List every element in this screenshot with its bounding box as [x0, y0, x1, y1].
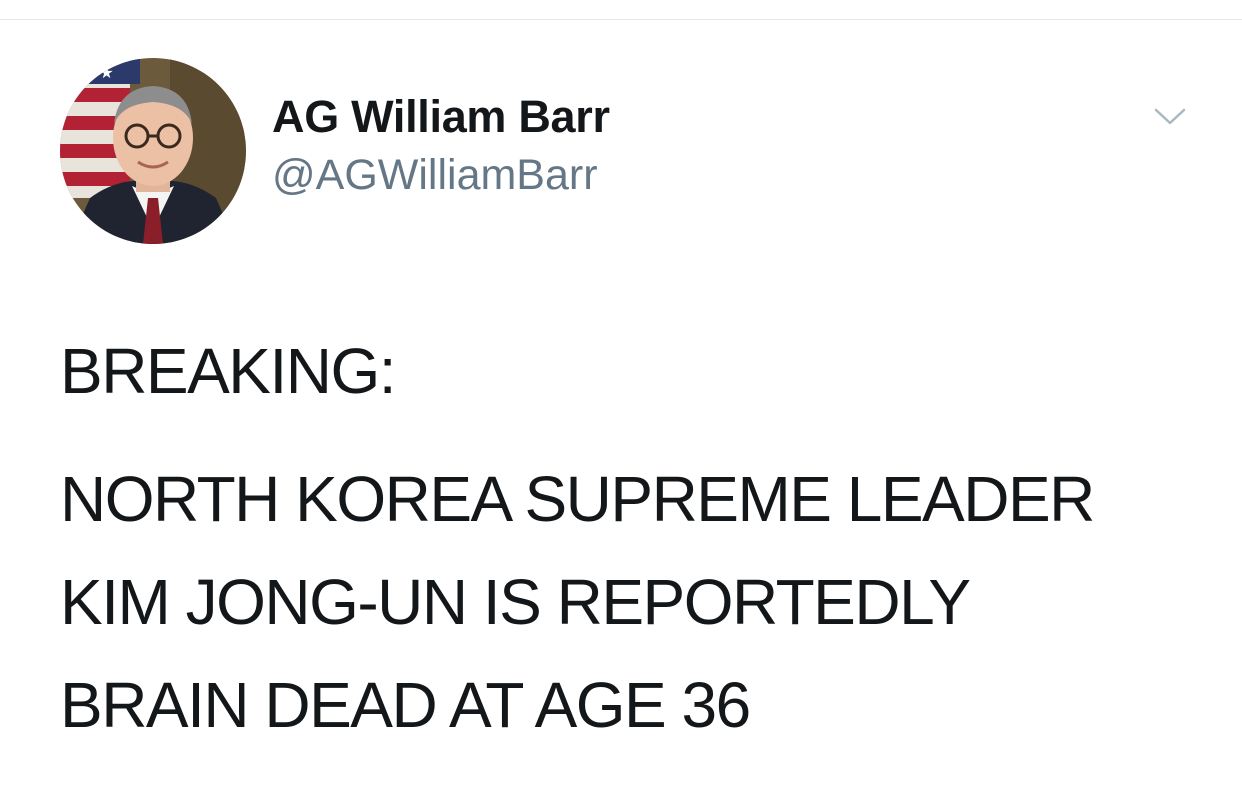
tweet-text-line: BRAIN DEAD AT AGE 36: [60, 669, 751, 741]
tweet-text-lead: BREAKING:: [60, 335, 397, 407]
chevron-down-icon: [1154, 108, 1186, 125]
tweet-text: BREAKING: NORTH KOREA SUPREME LEADER KIM…: [60, 330, 1220, 757]
author-display-name[interactable]: AG William Barr: [272, 88, 610, 146]
author-identity: AG William Barr @AGWilliamBarr: [272, 88, 610, 204]
tweet-header: ★ ★ AG William Barr @AGWilliamBarr: [60, 58, 1200, 244]
top-divider: [0, 19, 1242, 20]
tweet-text-line: KIM JONG-UN IS REPORTEDLY: [60, 566, 971, 638]
author-handle[interactable]: @AGWilliamBarr: [272, 146, 610, 204]
avatar-portrait-image: ★ ★: [60, 58, 246, 244]
svg-text:★ ★: ★ ★: [80, 63, 114, 82]
tweet-text-line: NORTH KOREA SUPREME LEADER: [60, 463, 1095, 535]
author-avatar[interactable]: ★ ★: [60, 58, 246, 244]
tweet-menu-button[interactable]: [1150, 102, 1190, 132]
